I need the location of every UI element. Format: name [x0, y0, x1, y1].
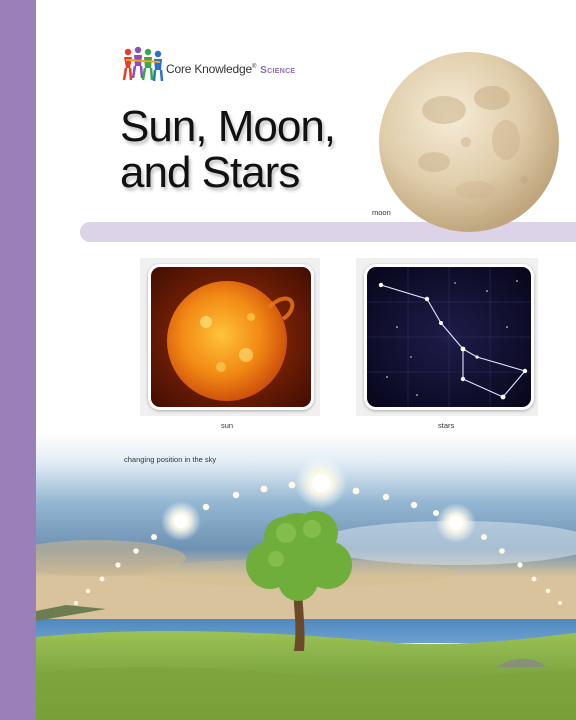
- children-logo-icon: [122, 46, 164, 82]
- sky-caption: changing position in the sky: [124, 455, 217, 464]
- stars-photo-card: [356, 258, 538, 416]
- moon-caption: moon: [372, 208, 391, 217]
- left-color-bar: [0, 0, 36, 720]
- brand-name: Core Knowledge® Science: [166, 62, 295, 76]
- title-line-2: and Stars: [120, 148, 300, 197]
- sun-photo: [151, 267, 311, 407]
- page-title: Sun, Moon, and Stars: [120, 102, 336, 197]
- sun-photo-card: [140, 258, 320, 416]
- sun-photo-frame: [148, 264, 314, 410]
- core-knowledge-logo: Core Knowledge® Science: [120, 44, 300, 84]
- subject-label: Science: [260, 65, 296, 76]
- stars-photo: [367, 267, 531, 407]
- stars-photo-frame: [364, 264, 534, 410]
- sun-path-scene: [36, 433, 576, 720]
- sun-caption: sun: [221, 421, 234, 430]
- stars-caption: stars: [438, 421, 455, 430]
- registered-mark: ®: [251, 64, 257, 70]
- title-line-1: Sun, Moon,: [120, 102, 336, 151]
- moon-photo: [379, 52, 559, 232]
- brand-text: Core Knowledge: [166, 62, 252, 76]
